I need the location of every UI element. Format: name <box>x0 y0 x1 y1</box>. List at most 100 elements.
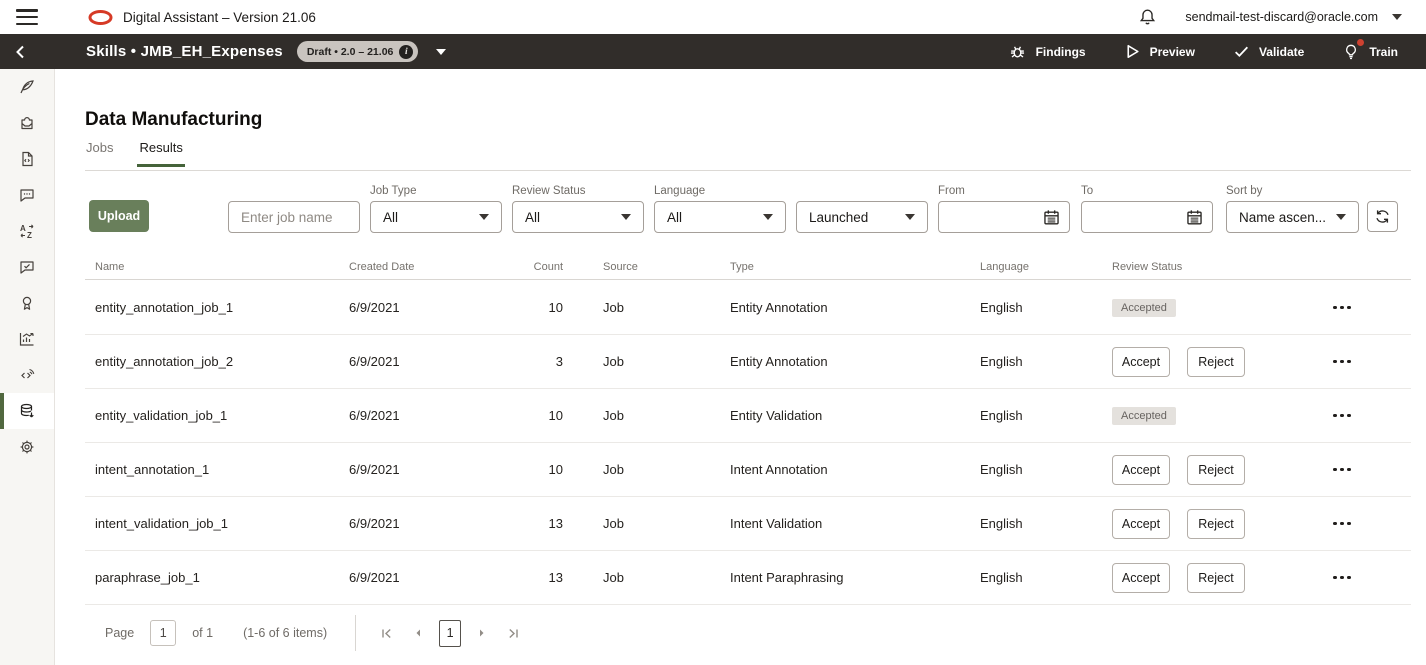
col-header-created-date: Created Date <box>349 261 499 273</box>
user-email[interactable]: sendmail-test-discard@oracle.com <box>1185 10 1378 24</box>
sidebar-item-qna[interactable] <box>0 249 54 285</box>
next-page-icon[interactable] <box>473 624 491 642</box>
type-cell: Intent Annotation <box>730 462 980 477</box>
sidebar-item-intents[interactable] <box>0 177 54 213</box>
created-date-cell: 6/9/2021 <box>349 462 499 477</box>
accepted-badge: Accepted <box>1112 299 1176 317</box>
sidebar-item-data-manufacturing[interactable] <box>0 393 54 429</box>
count-cell: 13 <box>499 516 603 531</box>
sidebar-item-channels[interactable] <box>0 357 54 393</box>
accept-button[interactable]: Accept <box>1112 347 1170 377</box>
skill-bar: Skills • JMB_EH_Expenses Draft • 2.0 – 2… <box>0 34 1426 69</box>
current-page-button[interactable]: 1 <box>439 620 461 647</box>
row-actions-ellipsis-icon[interactable] <box>1327 570 1357 586</box>
calendar-icon[interactable] <box>1185 208 1204 227</box>
reject-button[interactable]: Reject <box>1187 347 1245 377</box>
row-actions-ellipsis-icon[interactable] <box>1327 462 1357 478</box>
page-label: Page <box>105 626 134 640</box>
notifications-bell-icon[interactable] <box>1138 7 1157 27</box>
col-header-language: Language <box>980 261 1112 273</box>
chevron-down-icon <box>479 214 489 220</box>
reject-button[interactable]: Reject <box>1187 563 1245 593</box>
source-cell: Job <box>603 462 730 477</box>
tab-results[interactable]: Results <box>139 140 182 167</box>
hamburger-icon[interactable] <box>16 9 38 25</box>
sidebar-item-skill-store[interactable] <box>0 105 54 141</box>
first-page-icon[interactable] <box>376 623 397 644</box>
to-date-input[interactable] <box>1081 201 1213 233</box>
train-button[interactable]: Train <box>1342 42 1398 61</box>
table-row: intent_validation_job_1 6/9/2021 13 Job … <box>85 497 1411 551</box>
tab-jobs[interactable]: Jobs <box>86 140 113 167</box>
job-name-cell: paraphrase_job_1 <box>95 570 349 585</box>
previous-page-icon[interactable] <box>409 624 427 642</box>
language-select[interactable]: All <box>654 201 786 233</box>
count-cell: 10 <box>499 462 603 477</box>
launch-status-value: Launched <box>809 210 868 225</box>
job-name-input[interactable] <box>229 202 359 232</box>
last-page-icon[interactable] <box>503 623 524 644</box>
reject-button[interactable]: Reject <box>1187 509 1245 539</box>
version-badge-label: Draft • 2.0 – 21.06 <box>307 46 394 58</box>
accept-button[interactable]: Accept <box>1112 455 1170 485</box>
row-actions-ellipsis-icon[interactable] <box>1327 408 1357 424</box>
job-type-value: All <box>383 210 398 225</box>
back-chevron-icon[interactable] <box>0 45 40 59</box>
row-actions-ellipsis-icon[interactable] <box>1327 300 1357 316</box>
calendar-icon[interactable] <box>1042 208 1061 227</box>
page-number-input[interactable] <box>150 620 176 646</box>
refresh-button[interactable] <box>1367 201 1398 232</box>
review-status-select[interactable]: All <box>512 201 644 233</box>
sidebar-item-settings[interactable] <box>0 429 54 465</box>
validate-label: Validate <box>1259 45 1304 59</box>
preview-button[interactable]: Preview <box>1124 43 1195 60</box>
sidebar-item-quality[interactable] <box>0 285 54 321</box>
upload-button[interactable]: Upload <box>89 200 149 232</box>
table-row: entity_validation_job_1 6/9/2021 10 Job … <box>85 389 1411 443</box>
type-cell: Entity Validation <box>730 408 980 423</box>
language-value: All <box>667 210 682 225</box>
brand: Digital Assistant – Version 21.06 <box>88 10 316 25</box>
findings-button[interactable]: Findings <box>1008 42 1086 61</box>
accept-button[interactable]: Accept <box>1112 509 1170 539</box>
from-date-input[interactable] <box>938 201 1070 233</box>
row-actions-ellipsis-icon[interactable] <box>1327 516 1357 532</box>
skill-menu-caret-icon[interactable] <box>436 49 446 55</box>
gear-icon <box>18 438 36 456</box>
job-type-select[interactable]: All <box>370 201 502 233</box>
version-badge: Draft • 2.0 – 21.06 i <box>297 41 419 62</box>
info-icon[interactable]: i <box>399 45 413 59</box>
sidebar-item-compose[interactable] <box>0 69 54 105</box>
sidebar-item-resource-bundle[interactable]: A Z <box>0 213 54 249</box>
left-sidebar: A Z <box>0 69 55 665</box>
validate-button[interactable]: Validate <box>1233 43 1304 60</box>
created-date-cell: 6/9/2021 <box>349 570 499 585</box>
language-cell: English <box>980 516 1112 531</box>
review-actions: Accept Reject <box>1112 563 1307 593</box>
accept-button[interactable]: Accept <box>1112 563 1170 593</box>
job-name-cell: entity_annotation_job_1 <box>95 300 349 315</box>
sidebar-item-flows[interactable] <box>0 141 54 177</box>
review-actions: Accept Reject <box>1112 509 1307 539</box>
row-actions-ellipsis-icon[interactable] <box>1327 354 1357 370</box>
to-label: To <box>1081 185 1093 197</box>
reject-button[interactable]: Reject <box>1187 455 1245 485</box>
language-cell: English <box>980 570 1112 585</box>
col-header-type: Type <box>730 261 980 273</box>
user-menu-caret-icon[interactable] <box>1392 14 1402 20</box>
results-table-body: entity_annotation_job_1 6/9/2021 10 Job … <box>85 281 1411 605</box>
review-status-cell: Accept Reject <box>1112 509 1307 539</box>
review-status-cell: Accept Reject <box>1112 347 1307 377</box>
sort-by-select[interactable]: Name ascen... <box>1226 201 1359 233</box>
col-header-source: Source <box>603 261 730 273</box>
sidebar-item-insights[interactable] <box>0 321 54 357</box>
review-status-cell: Accepted <box>1112 407 1307 425</box>
job-name-cell: intent_validation_job_1 <box>95 516 349 531</box>
source-cell: Job <box>603 570 730 585</box>
check-icon <box>1233 43 1250 60</box>
source-cell: Job <box>603 408 730 423</box>
chevron-down-icon <box>621 214 631 220</box>
svg-text:A: A <box>20 224 26 233</box>
launch-status-select[interactable]: Launched <box>796 201 928 233</box>
data-manufacturing-database-icon <box>18 402 36 420</box>
